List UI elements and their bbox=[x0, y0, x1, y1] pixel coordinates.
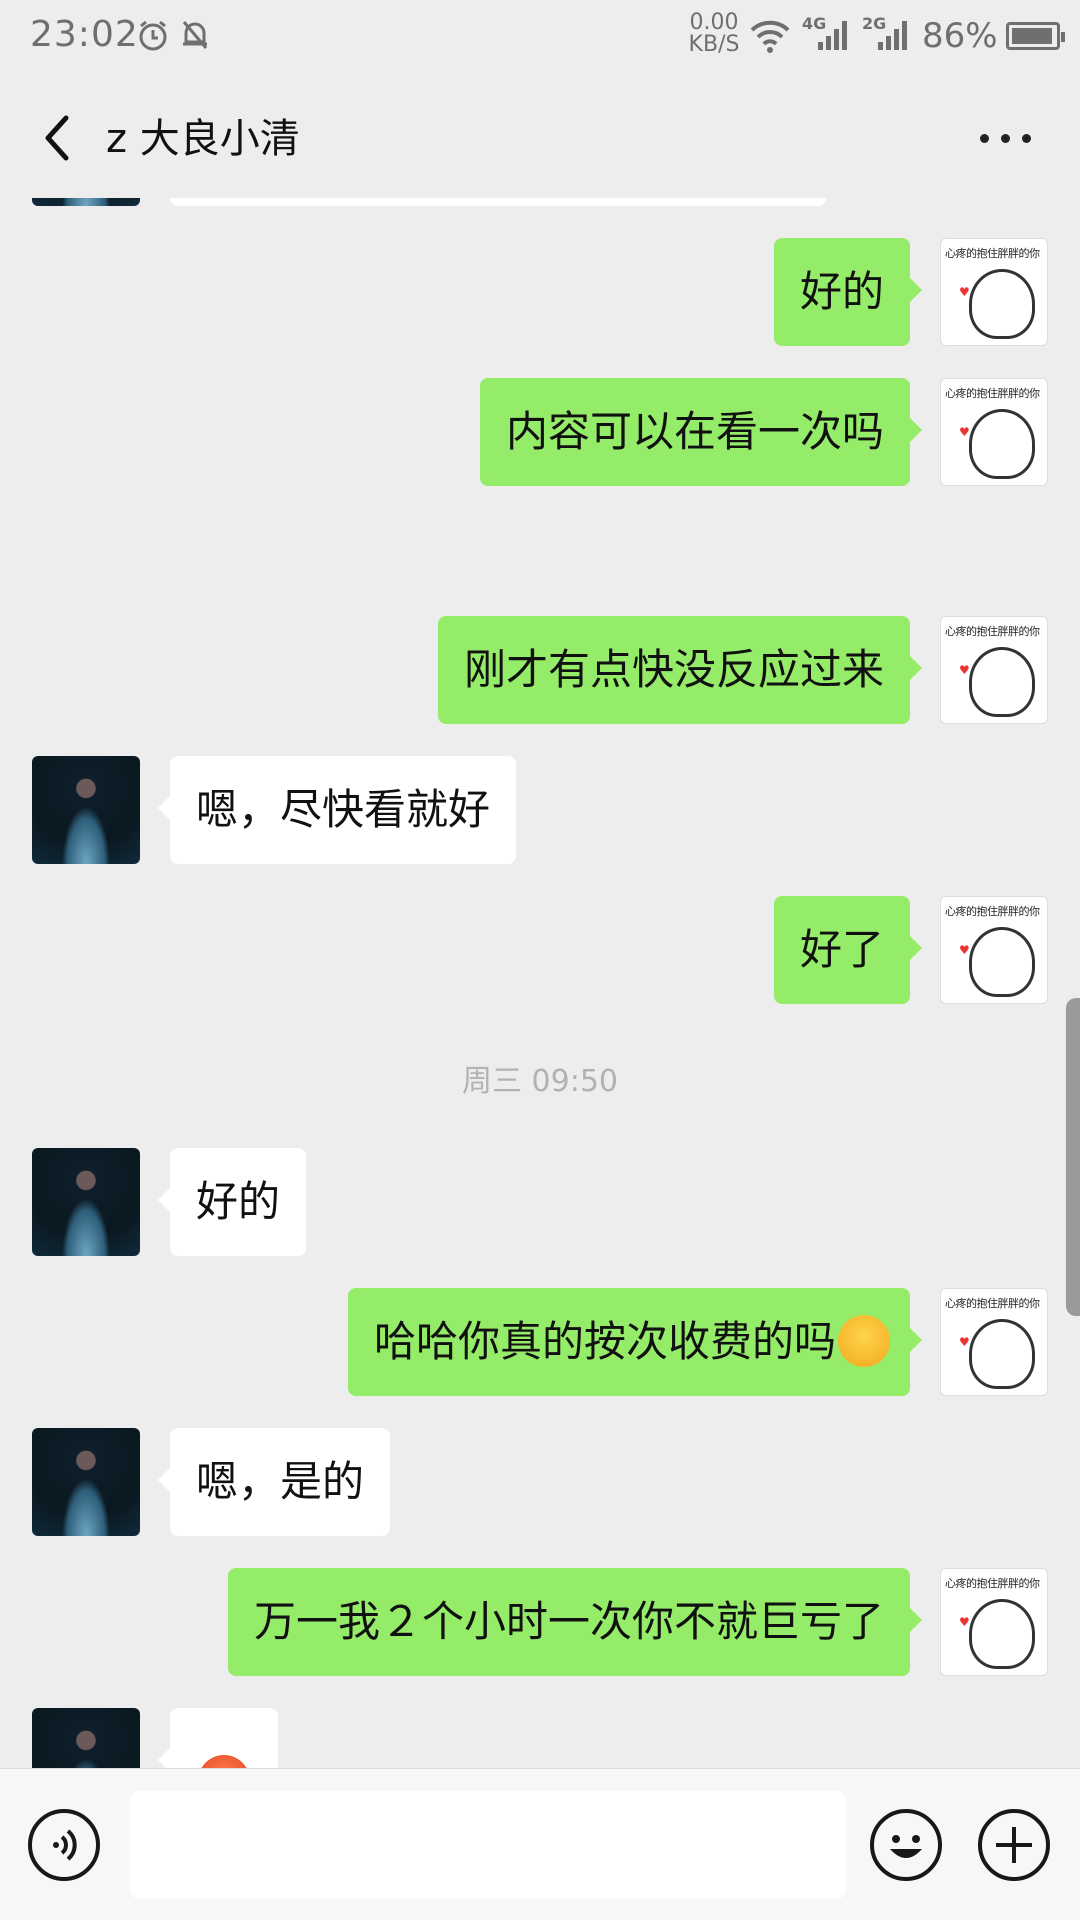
signal-icon-2 bbox=[878, 21, 907, 50]
chat-title: z 大良小清 bbox=[106, 116, 300, 162]
wifi-icon bbox=[750, 20, 790, 53]
message-input[interactable] bbox=[130, 1791, 846, 1899]
avatar[interactable]: 心疼的抱住胖胖的你 ♥ bbox=[940, 1568, 1048, 1676]
avatar[interactable] bbox=[32, 1428, 140, 1536]
avatar[interactable] bbox=[32, 1148, 140, 1256]
flushed-emoji-icon bbox=[198, 1754, 250, 1768]
message-bubble[interactable]: 好的 bbox=[157, 1148, 307, 1256]
battery-percent: 86% bbox=[922, 16, 998, 56]
timestamp: 周三 09:50 bbox=[462, 1064, 618, 1099]
emoji-icon[interactable] bbox=[870, 1809, 942, 1881]
avatar[interactable] bbox=[32, 756, 140, 864]
voice-icon[interactable] bbox=[28, 1809, 100, 1881]
input-bar bbox=[0, 1768, 1080, 1920]
scrollbar[interactable] bbox=[1066, 998, 1080, 1316]
avatar[interactable]: 心疼的抱住胖胖的你 ♥ bbox=[940, 1288, 1048, 1396]
battery-icon bbox=[1006, 22, 1065, 50]
chat-area[interactable]: 好的 心疼的抱住胖胖的你 ♥ 内容可以在看一次吗 心疼的抱住胖胖的你 ♥ 刚才有点快… bbox=[0, 198, 1080, 1768]
avatar[interactable]: 心疼的抱住胖胖的你 ♥ bbox=[940, 896, 1048, 1004]
message-bubble[interactable] bbox=[170, 198, 826, 206]
message-bubble[interactable]: 万一我２个小时一次你不就巨亏了 bbox=[227, 1568, 923, 1676]
status-time: 23:02 bbox=[30, 14, 139, 55]
avatar[interactable]: 心疼的抱住胖胖的你 ♥ bbox=[940, 238, 1048, 346]
network-speed: 0.00 KB/S bbox=[688, 10, 740, 57]
message-bubble[interactable]: 嗯，是的 bbox=[157, 1428, 391, 1536]
message-bubble[interactable]: 哈哈你真的按次收费的吗 bbox=[347, 1288, 923, 1396]
avatar[interactable]: 心疼的抱住胖胖的你 ♥ bbox=[940, 616, 1048, 724]
message-bubble[interactable]: 内容可以在看一次吗 bbox=[479, 378, 923, 486]
mute-bell-icon bbox=[182, 21, 208, 49]
back-arrow-icon[interactable] bbox=[36, 108, 86, 168]
avatar[interactable] bbox=[32, 1708, 140, 1768]
alarm-icon bbox=[139, 20, 167, 51]
avatar[interactable] bbox=[32, 198, 140, 206]
signal-icon-1 bbox=[818, 21, 847, 50]
message-bubble[interactable]: 嗯，尽快看就好 bbox=[157, 756, 517, 864]
laughing-crying-emoji-icon bbox=[838, 1314, 890, 1367]
message-bubble[interactable]: 好了 bbox=[773, 896, 923, 1004]
message-bubble[interactable] bbox=[158, 1708, 278, 1768]
message-text: 哈哈你真的按次收费的吗 bbox=[373, 1317, 836, 1366]
plus-icon[interactable] bbox=[978, 1809, 1050, 1881]
avatar[interactable]: 心疼的抱住胖胖的你 ♥ bbox=[940, 378, 1048, 486]
status-bar: 23:02 0.00 KB/S 4G 2G 86% bbox=[0, 0, 1080, 78]
chat-header: z 大良小清 bbox=[0, 78, 1080, 198]
message-bubble[interactable]: 刚才有点快没反应过来 bbox=[437, 616, 923, 724]
message-bubble[interactable]: 好的 bbox=[773, 238, 923, 346]
more-dots-icon[interactable] bbox=[976, 118, 1036, 158]
